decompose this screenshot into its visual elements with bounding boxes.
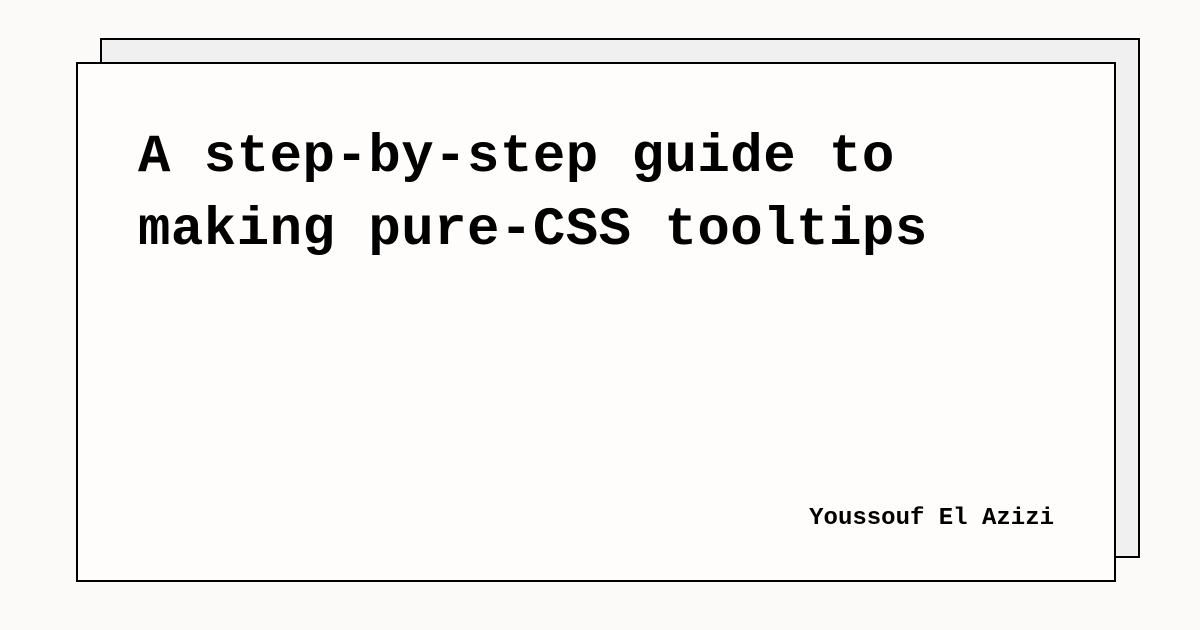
- author-name: Youssouf El Azizi: [138, 505, 1054, 540]
- article-title: A step-by-step guide to making pure-CSS …: [138, 122, 1054, 268]
- card: A step-by-step guide to making pure-CSS …: [76, 62, 1116, 582]
